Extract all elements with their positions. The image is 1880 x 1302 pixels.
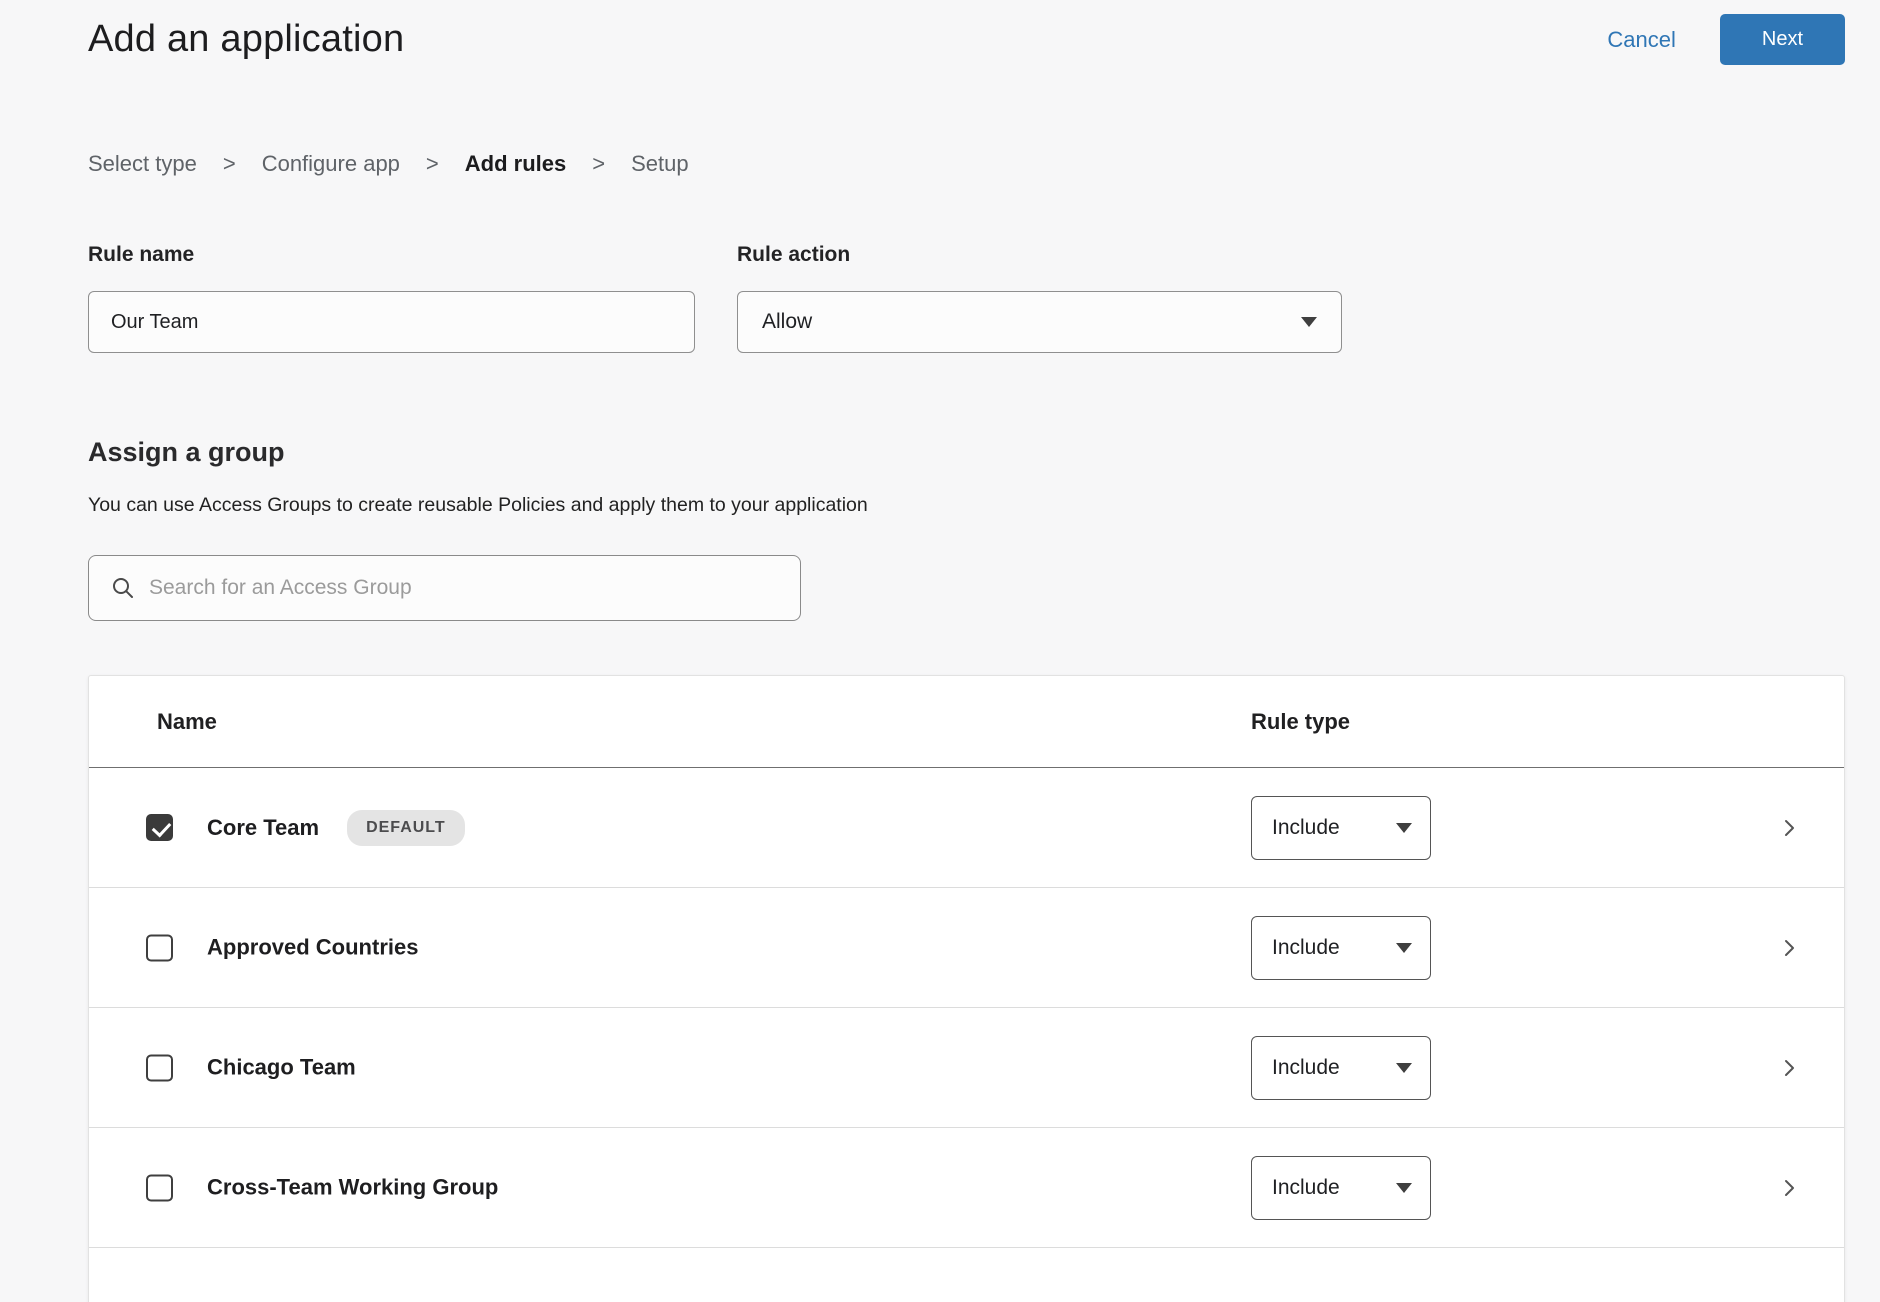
rule-name-label: Rule name <box>88 243 695 267</box>
table-row: Approved Countries Include <box>89 888 1844 1008</box>
access-group-search[interactable] <box>88 555 801 621</box>
chevron-right-icon[interactable] <box>1778 817 1800 839</box>
rule-type-value: Include <box>1272 936 1340 960</box>
rule-type-select[interactable]: Include <box>1251 1156 1431 1220</box>
rule-type-value: Include <box>1272 1056 1340 1080</box>
row-name-cell: Approved Countries <box>146 934 418 961</box>
table-header-row: Name Rule type <box>89 676 1844 768</box>
rule-action-select[interactable]: Allow <box>737 291 1342 353</box>
chevron-down-icon <box>1396 1063 1412 1073</box>
chevron-right-icon[interactable] <box>1778 1057 1800 1079</box>
breadcrumb-step-configure-app[interactable]: Configure app <box>262 151 400 177</box>
page-title: Add an application <box>88 18 404 61</box>
chevron-down-icon <box>1396 823 1412 833</box>
table-row-partial <box>89 1248 1844 1302</box>
chevron-down-icon <box>1396 1183 1412 1193</box>
rule-type-value: Include <box>1272 816 1340 840</box>
top-bar: Add an application Cancel Next <box>88 14 1845 65</box>
breadcrumb: Select type > Configure app > Add rules … <box>88 151 1845 177</box>
row-name-cell: Chicago Team <box>146 1054 356 1081</box>
add-application-page: Add an application Cancel Next Select ty… <box>0 0 1880 1302</box>
breadcrumb-step-add-rules[interactable]: Add rules <box>465 151 566 177</box>
rule-action-value: Allow <box>762 310 812 334</box>
chevron-down-icon <box>1301 317 1317 327</box>
breadcrumb-step-select-type[interactable]: Select type <box>88 151 197 177</box>
cancel-button[interactable]: Cancel <box>1607 27 1675 53</box>
group-name: Cross-Team Working Group <box>207 1175 498 1201</box>
default-badge: DEFAULT <box>347 810 465 846</box>
row-checkbox[interactable] <box>146 814 173 841</box>
row-checkbox[interactable] <box>146 934 173 961</box>
table-row: Chicago Team Include <box>89 1008 1844 1128</box>
rule-name-field: Rule name <box>88 243 695 353</box>
rule-type-select[interactable]: Include <box>1251 796 1431 860</box>
rule-type-select[interactable]: Include <box>1251 1036 1431 1100</box>
assign-group-heading: Assign a group <box>88 437 1845 468</box>
rule-action-label: Rule action <box>737 243 1342 267</box>
chevron-right-icon[interactable] <box>1778 1177 1800 1199</box>
table-row: Core Team DEFAULT Include <box>89 768 1844 888</box>
table-row: Cross-Team Working Group Include <box>89 1128 1844 1248</box>
search-icon <box>111 576 135 600</box>
rule-action-field: Rule action Allow <box>737 243 1342 353</box>
group-name: Chicago Team <box>207 1055 356 1081</box>
breadcrumb-step-setup[interactable]: Setup <box>631 151 689 177</box>
rule-form: Rule name Rule action Allow <box>88 243 1845 353</box>
group-name: Core Team <box>207 815 319 841</box>
breadcrumb-separator: > <box>592 151 605 177</box>
chevron-right-icon[interactable] <box>1778 937 1800 959</box>
rule-type-value: Include <box>1272 1176 1340 1200</box>
row-checkbox[interactable] <box>146 1054 173 1081</box>
access-groups-table: Name Rule type Core Team DEFAULT Include… <box>88 675 1845 1302</box>
breadcrumb-separator: > <box>426 151 439 177</box>
column-header-rule-type: Rule type <box>1251 709 1350 735</box>
chevron-down-icon <box>1396 943 1412 953</box>
row-checkbox[interactable] <box>146 1174 173 1201</box>
breadcrumb-separator: > <box>223 151 236 177</box>
search-input[interactable] <box>149 576 784 600</box>
group-name: Approved Countries <box>207 935 418 961</box>
row-name-cell: Core Team DEFAULT <box>146 810 465 846</box>
rule-type-select[interactable]: Include <box>1251 916 1431 980</box>
row-name-cell: Cross-Team Working Group <box>146 1174 498 1201</box>
rule-name-input[interactable] <box>88 291 695 353</box>
top-actions: Cancel Next <box>1607 14 1845 65</box>
column-header-name: Name <box>157 709 217 735</box>
next-button[interactable]: Next <box>1720 14 1845 65</box>
assign-group-description: You can use Access Groups to create reus… <box>88 494 1845 517</box>
